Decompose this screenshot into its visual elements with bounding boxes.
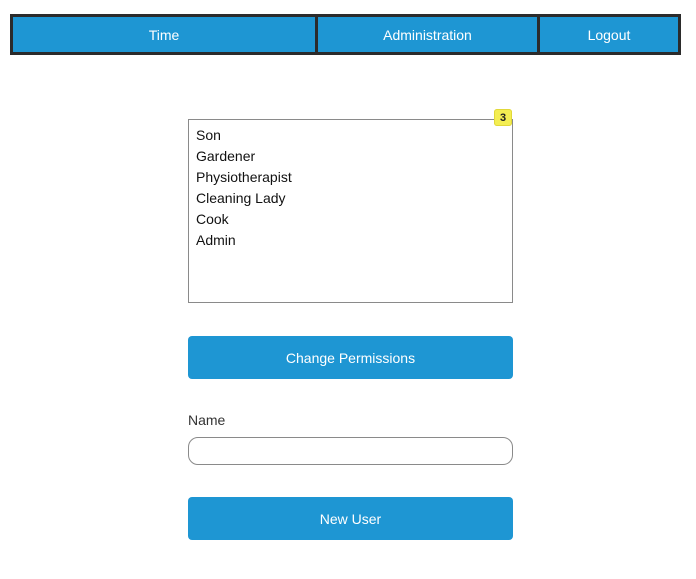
top-navigation: Time Administration Logout	[10, 14, 681, 55]
change-permissions-button[interactable]: Change Permissions	[188, 336, 513, 379]
list-item-admin[interactable]: Admin	[196, 230, 505, 251]
role-list[interactable]: Son Gardener Physiotherapist Cleaning La…	[188, 119, 513, 303]
new-user-button[interactable]: New User	[188, 497, 513, 540]
list-item-cleaning-lady[interactable]: Cleaning Lady	[196, 188, 505, 209]
nav-tab-logout[interactable]: Logout	[540, 17, 678, 52]
count-badge: 3	[494, 109, 512, 126]
list-item-physiotherapist[interactable]: Physiotherapist	[196, 167, 505, 188]
nav-tab-administration[interactable]: Administration	[318, 17, 537, 52]
list-item-son[interactable]: Son	[196, 125, 505, 146]
page: Time Administration Logout Son Gardener …	[0, 0, 696, 579]
name-label: Name	[188, 412, 226, 428]
nav-tab-time[interactable]: Time	[13, 17, 315, 52]
name-input[interactable]	[188, 437, 513, 465]
list-item-gardener[interactable]: Gardener	[196, 146, 505, 167]
list-item-cook[interactable]: Cook	[196, 209, 505, 230]
